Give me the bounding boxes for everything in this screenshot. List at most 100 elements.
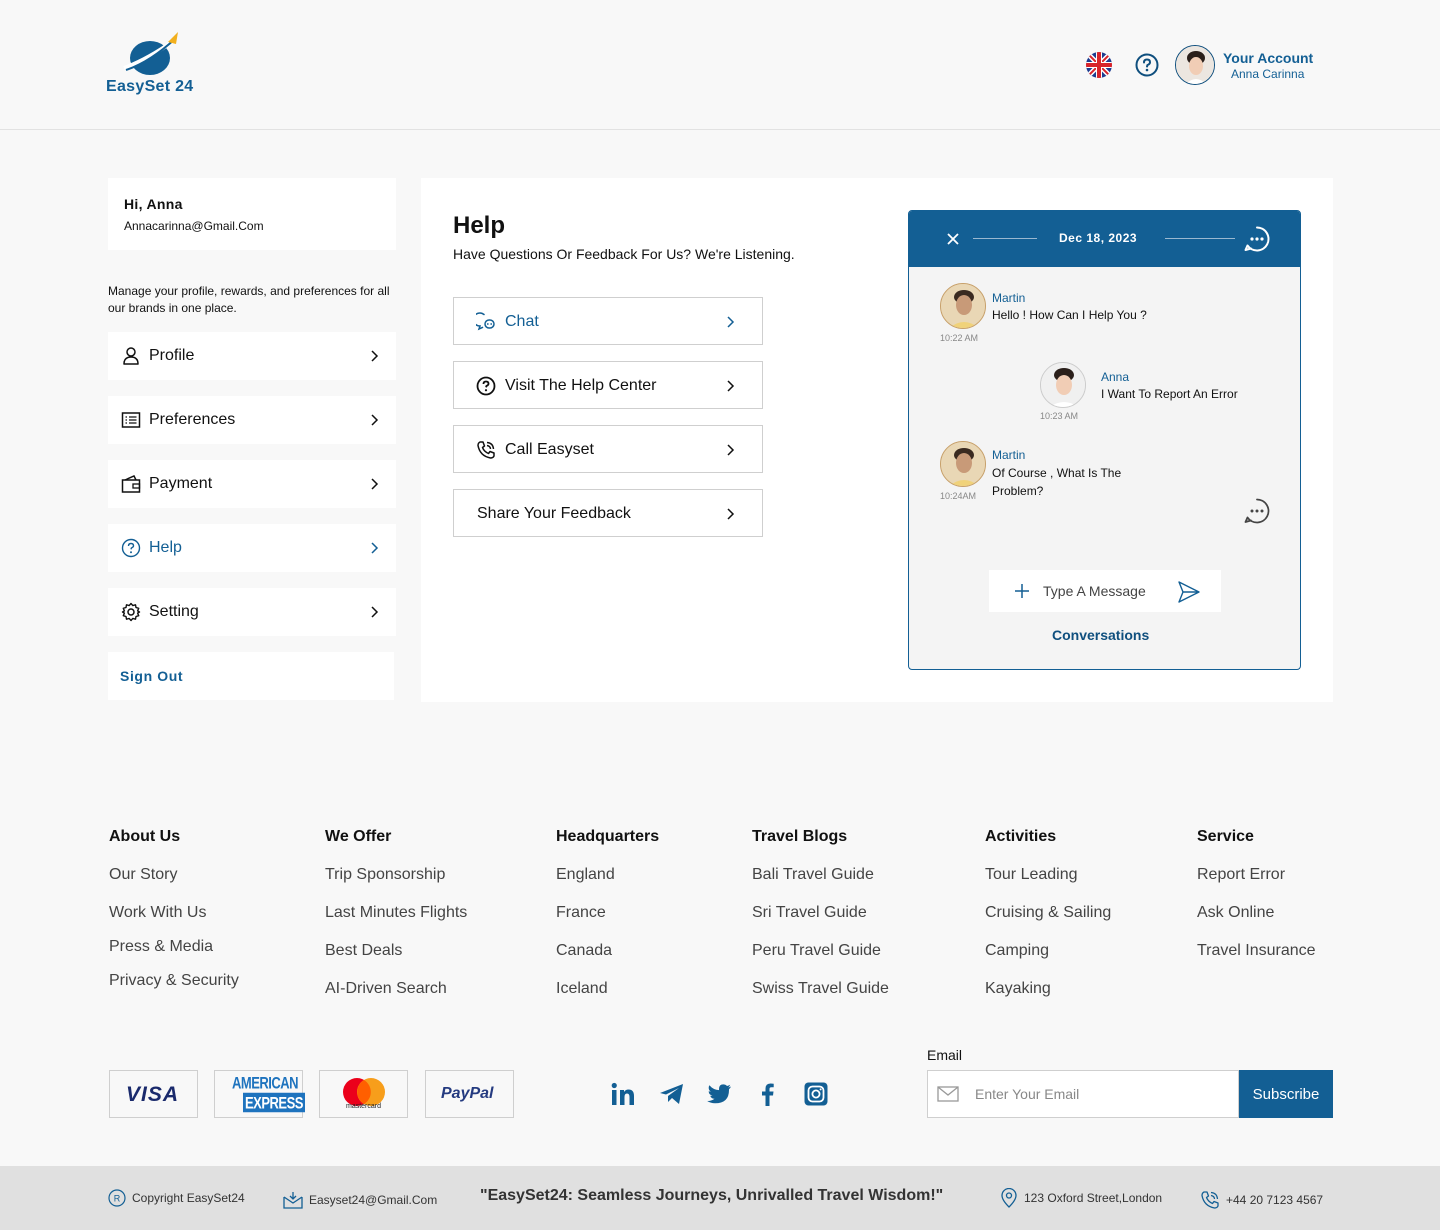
logo-text: EasySet 24	[106, 78, 194, 95]
uk-flag-icon[interactable]	[1086, 52, 1112, 78]
wallet-icon	[121, 475, 141, 493]
footer-link[interactable]: England	[556, 866, 615, 884]
visa-text: VISA	[126, 1083, 180, 1106]
help-option-help-center[interactable]: Visit The Help Center	[453, 361, 763, 409]
footer-link[interactable]: Peru Travel Guide	[752, 942, 881, 960]
address-text: 123 Oxford Street,London	[1024, 1191, 1163, 1205]
sign-out-label: Sign Out	[120, 668, 184, 684]
mail-icon	[937, 1086, 959, 1102]
footer-link[interactable]: Swiss Travel Guide	[752, 980, 889, 998]
help-option-feedback[interactable]: Share Your Feedback	[453, 489, 763, 537]
user-icon	[123, 347, 139, 365]
footer-link[interactable]: Last Minutes Flights	[325, 904, 467, 922]
sidebar-item-label: Preferences	[149, 411, 236, 428]
chat-widget: Dec 18, 2023 Martin Hello ! How Can I He…	[908, 210, 1301, 670]
page-subtitle: Have Questions Or Feedback For Us? We're…	[453, 246, 795, 262]
footer-link[interactable]: Privacy & Security	[109, 972, 239, 990]
newsletter-email-input[interactable]: Enter Your Email	[927, 1070, 1239, 1118]
sidebar-item-profile[interactable]: Profile	[108, 332, 396, 380]
footer-link[interactable]: Ask Online	[1197, 904, 1274, 922]
footer-link[interactable]: Kayaking	[985, 980, 1051, 998]
amex-text-2: EXPRESS	[243, 1092, 305, 1113]
chevron-right-icon	[727, 316, 735, 328]
message-text: Of Course , What Is The Problem?	[992, 466, 1122, 498]
chat-bubble-icon[interactable]	[1243, 225, 1271, 253]
help-option-call[interactable]: Call Easyset	[453, 425, 763, 473]
page-title: Help	[453, 212, 506, 239]
avatar[interactable]	[1175, 45, 1215, 85]
conversations-link[interactable]: Conversations	[1052, 627, 1149, 643]
footer-link[interactable]: Camping	[985, 942, 1049, 960]
email-placeholder: Enter Your Email	[975, 1086, 1080, 1102]
mastercard-text: mastercard	[345, 1103, 381, 1110]
footer-link[interactable]: Bali Travel Guide	[752, 866, 874, 884]
sign-out-button[interactable]: Sign Out	[108, 652, 394, 700]
footer-link[interactable]: Travel Insurance	[1197, 942, 1316, 960]
message-sender: Anna	[1101, 370, 1130, 384]
footer-column-title: Travel Blogs	[752, 828, 848, 845]
avatar	[940, 441, 986, 487]
phone[interactable]: +44 20 7123 4567	[1200, 1168, 1323, 1230]
phone-icon	[1201, 1191, 1219, 1209]
help-option-chat[interactable]: Chat	[453, 297, 763, 345]
plus-icon[interactable]	[1013, 582, 1031, 600]
svg-text:R: R	[114, 1194, 121, 1204]
avatar	[940, 283, 986, 329]
message-time: 10:24AM	[940, 491, 977, 501]
tagline: "EasySet24: Seamless Journeys, Unrivalle…	[480, 1187, 944, 1204]
account-title[interactable]: Your Account	[1223, 50, 1313, 66]
footer-link[interactable]: Our Story	[109, 866, 177, 884]
footer-link[interactable]: Tour Leading	[985, 866, 1078, 884]
greeting: Hi, Anna	[124, 196, 183, 212]
avatar	[1040, 362, 1086, 408]
sidebar-item-setting[interactable]: Setting	[108, 588, 396, 636]
footer-link[interactable]: Report Error	[1197, 866, 1285, 884]
visa-logo: VISA	[109, 1070, 198, 1118]
header: EasySet 24 Your Account Anna Carinna	[0, 0, 1440, 130]
address: 123 Oxford Street,London	[1000, 1166, 1162, 1230]
sidebar-item-label: Profile	[149, 347, 195, 364]
sidebar-item-payment[interactable]: Payment	[108, 460, 396, 508]
footer-link[interactable]: France	[556, 904, 606, 922]
footer-column-headquarters: Headquarters	[556, 828, 659, 846]
mastercard-logo: mastercard	[319, 1070, 408, 1118]
twitter-icon[interactable]	[707, 1081, 733, 1107]
footer-link[interactable]: Iceland	[556, 980, 608, 998]
footer-column-title: About Us	[109, 828, 181, 845]
footer-link[interactable]: Sri Travel Guide	[752, 904, 867, 922]
message-text: I Want To Report An Error	[1101, 387, 1238, 401]
question-icon	[476, 376, 496, 396]
close-icon[interactable]	[945, 231, 961, 247]
amex-logo: AMERICAN EXPRESS	[214, 1070, 305, 1118]
sidebar-item-label: Help	[149, 539, 182, 556]
footer-link[interactable]: Trip Sponsorship	[325, 866, 445, 884]
divider	[973, 238, 1037, 239]
footer-link[interactable]: Canada	[556, 942, 612, 960]
chevron-right-icon	[727, 508, 735, 520]
footer-link[interactable]: Press & Media	[109, 938, 213, 956]
chat-date: Dec 18, 2023	[1059, 231, 1138, 245]
footer-link[interactable]: AI-Driven Search	[325, 980, 447, 998]
facebook-icon[interactable]	[755, 1081, 781, 1107]
copyright-text: Copyright EasySet24	[132, 1191, 245, 1205]
footer-link[interactable]: Cruising & Sailing	[985, 904, 1111, 922]
contact-email[interactable]: Easyset24@Gmail.Com	[283, 1168, 437, 1230]
footer-link[interactable]: Best Deals	[325, 942, 402, 960]
telegram-icon[interactable]	[659, 1081, 685, 1107]
sidebar-item-help[interactable]: Help	[108, 524, 396, 572]
help-option-label: Share Your Feedback	[477, 505, 631, 522]
send-icon[interactable]	[1177, 580, 1201, 604]
footer-link[interactable]: Work With Us	[109, 904, 206, 922]
footer-column-title: Activities	[985, 828, 1057, 845]
sidebar-item-label: Setting	[149, 603, 199, 620]
message-input[interactable]: Type A Message	[989, 570, 1221, 612]
instagram-icon[interactable]	[803, 1081, 829, 1107]
sidebar-item-preferences[interactable]: Preferences	[108, 396, 396, 444]
sidebar-description: Manage your profile, rewards, and prefer…	[108, 284, 390, 315]
chat-bubble-icon[interactable]	[1243, 497, 1271, 525]
message-placeholder: Type A Message	[1043, 583, 1146, 599]
subscribe-button[interactable]: Subscribe	[1239, 1070, 1333, 1118]
help-circle-icon[interactable]	[1135, 53, 1159, 77]
linkedin-icon[interactable]	[610, 1081, 636, 1107]
help-option-label: Call Easyset	[505, 441, 594, 458]
